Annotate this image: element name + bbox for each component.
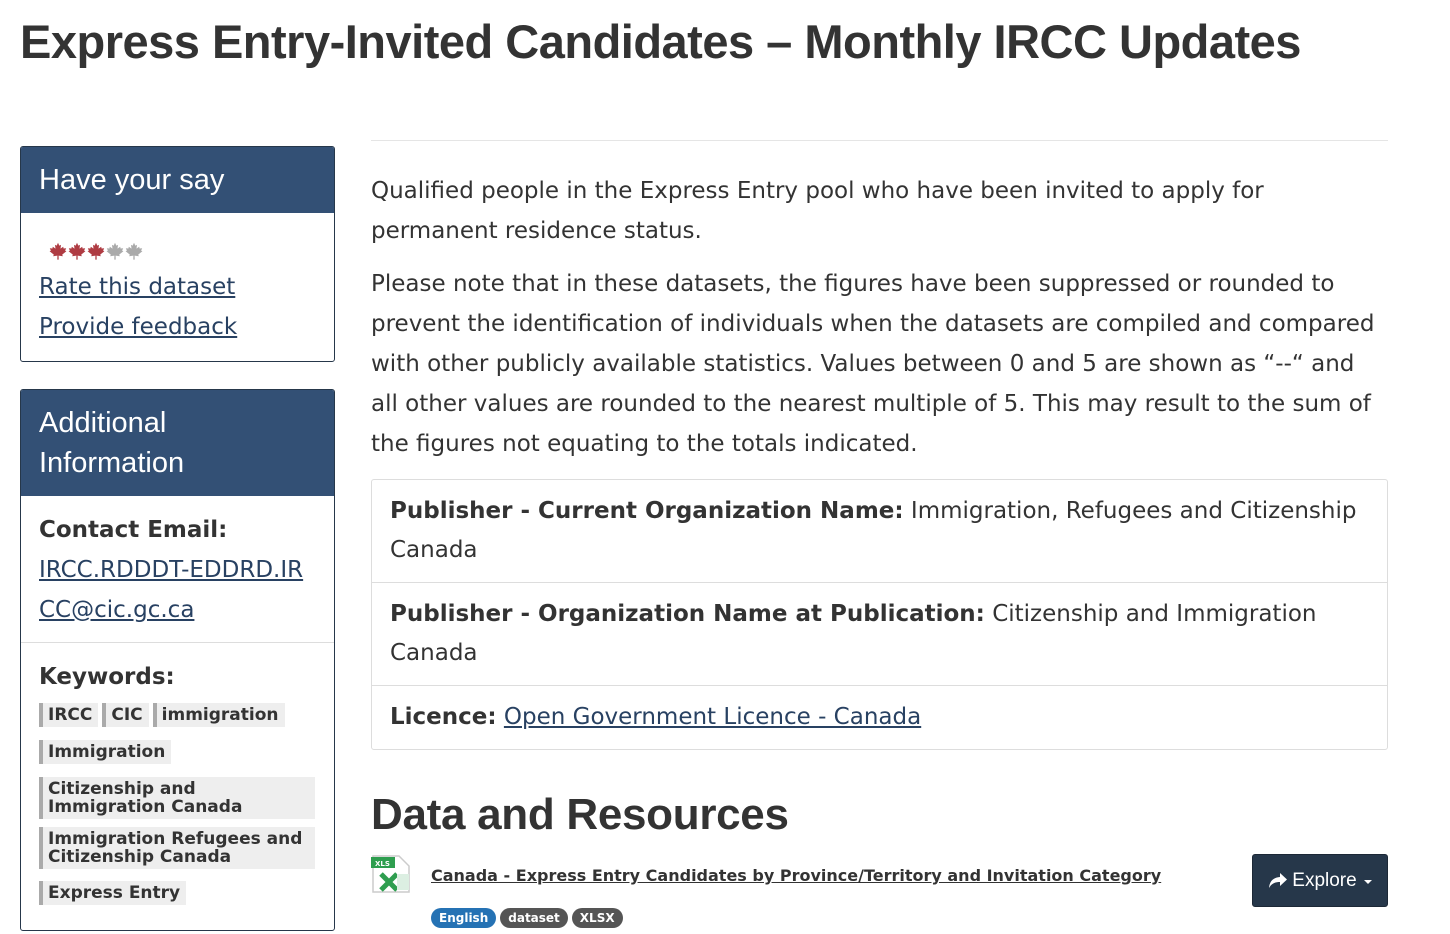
- keywords-label: Keywords:: [39, 664, 175, 690]
- explore-button[interactable]: Explore: [1252, 854, 1388, 907]
- sidebar: Have your say Rate this dataset Provide …: [20, 146, 335, 931]
- share-arrow-icon: [1269, 872, 1288, 888]
- publication-org-label: Publisher - Organization Name at Publica…: [390, 601, 985, 627]
- svg-text:XLS: XLS: [375, 860, 390, 868]
- additional-info-heading: Additional Information: [21, 390, 334, 496]
- type-badge: dataset: [500, 908, 568, 928]
- keyword-tag[interactable]: CIC: [102, 703, 149, 727]
- maple-leaf-icon[interactable]: [87, 242, 105, 260]
- explore-label: Explore: [1292, 869, 1357, 891]
- have-your-say-panel: Have your say Rate this dataset Provide …: [20, 146, 335, 362]
- have-your-say-heading: Have your say: [21, 147, 334, 213]
- keywords-list: IRCC CIC immigration Immigration Citizen…: [39, 697, 316, 918]
- xls-file-icon: XLS: [371, 854, 411, 894]
- contact-email-label: Contact Email:: [39, 517, 228, 543]
- have-your-say-body: Rate this dataset Provide feedback: [21, 213, 334, 361]
- page-title: Express Entry-Invited Candidates – Month…: [20, 15, 1301, 68]
- maple-leaf-icon[interactable]: [49, 242, 67, 260]
- maple-leaf-icon[interactable]: [106, 242, 124, 260]
- licence-link[interactable]: Open Government Licence - Canada: [504, 704, 921, 730]
- additional-info-panel: Additional Information Contact Email: IR…: [20, 389, 335, 931]
- licence-row: Licence: Open Government Licence - Canad…: [372, 685, 1387, 749]
- maple-leaf-icon[interactable]: [68, 242, 86, 260]
- resource-badges: English dataset XLSX: [431, 908, 623, 928]
- rate-dataset-link[interactable]: Rate this dataset: [39, 267, 316, 307]
- dataset-description: Qualified people in the Express Entry po…: [371, 178, 1264, 244]
- suppression-note: Please note that in these datasets, the …: [371, 271, 1375, 457]
- resources-heading: Data and Resources: [371, 790, 789, 839]
- licence-label: Licence:: [390, 704, 497, 730]
- main-content: Qualified people in the Express Entry po…: [371, 140, 1388, 934]
- rating-stars: [49, 241, 316, 261]
- keyword-tag[interactable]: Immigration Refugees and Citizenship Can…: [39, 827, 315, 869]
- keyword-tag[interactable]: Immigration: [39, 740, 172, 764]
- language-badge: English: [431, 908, 497, 928]
- keyword-tag[interactable]: Citizenship and Immigration Canada: [39, 777, 315, 819]
- resource-title-link[interactable]: Canada - Express Entry Candidates by Pro…: [431, 866, 1161, 885]
- current-org-row: Publisher - Current Organization Name: I…: [372, 480, 1387, 582]
- keyword-tag[interactable]: Express Entry: [39, 881, 187, 905]
- keywords-section: Keywords: IRCC CIC immigration Immigrati…: [21, 642, 334, 930]
- keyword-tag[interactable]: IRCC: [39, 703, 99, 727]
- publication-org-row: Publisher - Organization Name at Publica…: [372, 582, 1387, 685]
- keyword-tag[interactable]: immigration: [152, 703, 285, 727]
- metadata-table: Publisher - Current Organization Name: I…: [371, 479, 1388, 750]
- divider: [371, 140, 1388, 141]
- provide-feedback-link[interactable]: Provide feedback: [39, 307, 316, 347]
- caret-down-icon: [1363, 879, 1372, 884]
- current-org-label: Publisher - Current Organization Name:: [390, 498, 904, 524]
- maple-leaf-icon[interactable]: [125, 242, 143, 260]
- resource-item: XLS Canada - Express Entry Candidates by…: [371, 854, 1388, 934]
- format-badge: XLSX: [571, 908, 623, 928]
- contact-email-link[interactable]: IRCC.RDDDT-EDDRD.IRCC@cic.gc.ca: [39, 550, 316, 630]
- contact-section: Contact Email: IRCC.RDDDT-EDDRD.IRCC@cic…: [21, 496, 334, 642]
